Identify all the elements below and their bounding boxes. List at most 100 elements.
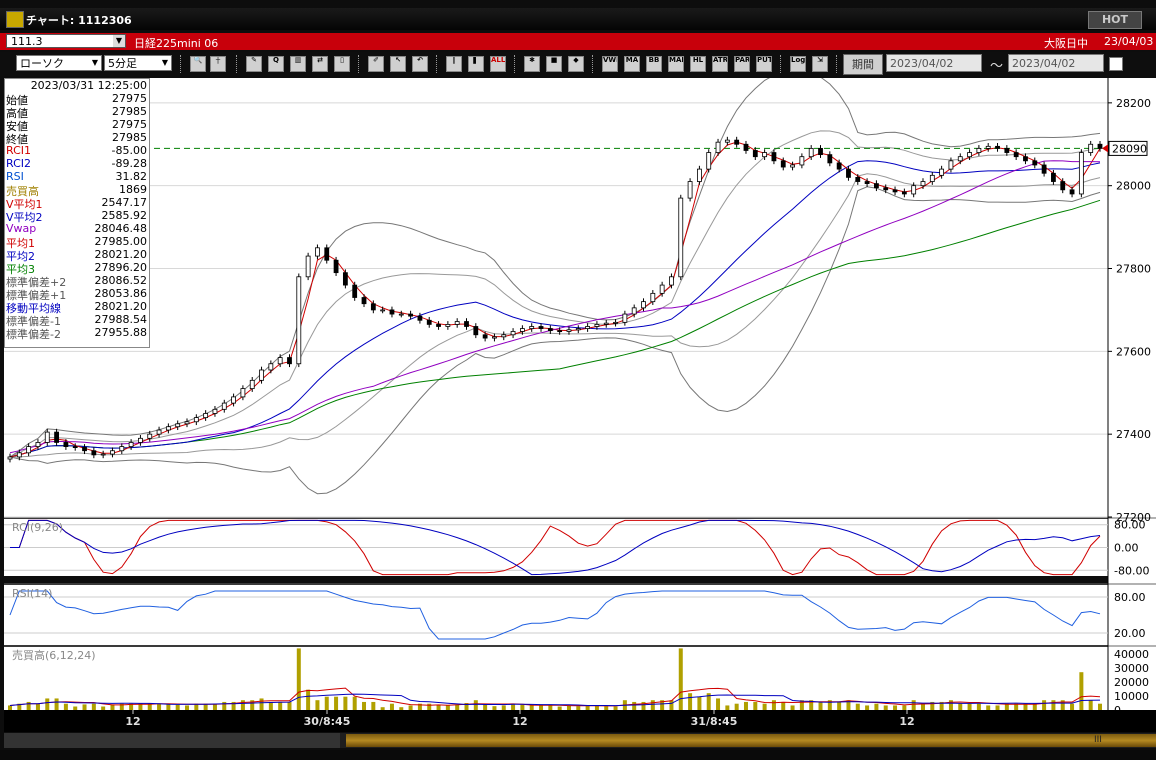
status-bar <box>0 750 1156 760</box>
market-label: 大阪日中 <box>1044 37 1088 50</box>
export-icon[interactable]: ⇲ <box>812 56 828 72</box>
volume-bar <box>166 704 171 710</box>
volume-bar <box>371 701 376 710</box>
volume-bar <box>967 703 972 710</box>
settings-icon[interactable]: ✱ <box>524 56 540 72</box>
grip-icon: III <box>1094 735 1102 745</box>
candle-body <box>669 276 674 286</box>
candle-wide-icon[interactable]: ▌ <box>468 56 484 72</box>
candle-body <box>706 152 712 170</box>
info-row: 売買高 1869 <box>5 183 149 198</box>
info-label: RCI1 <box>6 144 32 157</box>
volume-tick-label: 40000 <box>1114 648 1149 661</box>
candle-body <box>147 433 153 439</box>
info-row: 標準偏差-1 27988.54 <box>5 313 149 328</box>
volume-bar <box>976 703 981 710</box>
candle-body <box>976 148 982 153</box>
chevron-down-icon[interactable]: ▼ <box>113 35 125 47</box>
bar-chart-icon[interactable]: ▥ <box>290 56 306 72</box>
date-from-input[interactable]: 2023/04/02 <box>886 54 982 72</box>
volume-bar <box>753 701 758 710</box>
chevron-down-icon[interactable]: ▼ <box>160 57 170 69</box>
y-tick-label: 27800 <box>1116 263 1151 276</box>
symbol-input[interactable]: 111.3 ▼ <box>6 34 126 48</box>
search-chart-icon[interactable]: Q <box>268 56 284 72</box>
indicator-ma-button[interactable]: MA <box>624 56 640 72</box>
indicator-par-button[interactable]: PAR <box>734 56 750 72</box>
candle-body <box>249 379 255 390</box>
info-row: Vwap 28046.48 <box>5 222 149 235</box>
candle-body <box>63 442 69 447</box>
candle-narrow-icon[interactable]: ┃ <box>446 56 462 72</box>
info-row: 標準偏差+2 28086.52 <box>5 274 149 289</box>
indicator-vwp-button[interactable]: VWP <box>602 56 618 72</box>
info-row: 移動平均線 28021.20 <box>5 300 149 315</box>
ma-label: MA <box>625 56 639 64</box>
volume-bar <box>101 706 106 710</box>
chart-window: チャート: 1112306 HOT 111.3 ▼ 日経225mini 06 大阪… <box>0 0 1156 760</box>
info-row: RCI1 -85.00 <box>5 144 149 157</box>
volume-bar <box>389 703 394 710</box>
volume-bar <box>380 707 385 710</box>
crosshair-icon[interactable]: ┼ <box>210 56 226 72</box>
volume-bar <box>874 703 879 710</box>
candle-body <box>26 446 32 454</box>
volume-bar <box>837 701 842 710</box>
date-to-value: 2023/04/02 <box>1012 57 1076 70</box>
candle-body <box>380 309 386 312</box>
candle-body <box>752 150 758 158</box>
indicator-mae-button[interactable]: MAE <box>668 56 684 72</box>
log-label: Log <box>791 56 806 64</box>
chevron-down-icon[interactable]: ▼ <box>90 57 100 69</box>
date-to-input[interactable]: 2023/04/02 <box>1008 54 1104 72</box>
candle-body <box>361 297 367 305</box>
candle-body <box>370 303 376 311</box>
indicator-hl-button[interactable]: HL <box>690 56 706 72</box>
time-axis-bg <box>4 710 1156 732</box>
scroll-thumb[interactable]: III <box>346 734 1156 747</box>
volume-bar <box>799 700 804 710</box>
indicator-atr-button[interactable]: ATR <box>712 56 728 72</box>
candle-body <box>473 326 479 336</box>
info-row: 平均3 27896.20 <box>5 261 149 276</box>
candle-body <box>212 408 218 414</box>
candle-body <box>641 301 646 309</box>
hot-button[interactable]: HOT <box>1088 11 1142 29</box>
indicator-bb-button[interactable]: BB <box>646 56 662 72</box>
chart-canvas[interactable]: 2820028000278002760027400272002809080.00… <box>4 78 1156 732</box>
candle-body <box>631 307 637 315</box>
candle-body <box>650 292 656 303</box>
cursor-icon[interactable]: ↖ <box>390 56 406 72</box>
volume-bar <box>613 706 618 710</box>
palette-icon[interactable]: ◆ <box>568 56 584 72</box>
candle-body <box>464 321 469 327</box>
scroll-track[interactable] <box>4 733 340 748</box>
pen-icon[interactable]: ✐ <box>368 56 384 72</box>
all-range-button[interactable]: ALL <box>490 56 506 72</box>
candle-body <box>613 321 618 324</box>
volume-bar <box>865 705 870 710</box>
log-scale-button[interactable]: Log <box>790 56 806 72</box>
chart-type-select[interactable]: ローソク ▼ <box>16 55 102 71</box>
volume-bar <box>35 703 40 710</box>
zoom-icon[interactable]: 🔍 <box>190 56 206 72</box>
period-button[interactable]: 期間 <box>843 54 883 75</box>
horizontal-scrollbar[interactable]: III <box>4 733 1156 748</box>
candle-body <box>1060 181 1066 191</box>
candle-body <box>939 168 945 176</box>
volume-bar <box>408 705 413 710</box>
volume-bar <box>222 701 227 710</box>
x-tick-label: 12 <box>512 715 527 728</box>
lock-icon[interactable]: ▯ <box>334 56 350 72</box>
color-icon[interactable]: ■ <box>546 56 562 72</box>
volume-bar <box>259 698 264 710</box>
interval-select[interactable]: 5分足 ▼ <box>104 55 172 71</box>
date-checkbox[interactable] <box>1109 57 1123 71</box>
compare-icon[interactable]: ⇄ <box>312 56 328 72</box>
undo-icon[interactable]: ↶ <box>412 56 428 72</box>
draw-icon[interactable]: ✎ <box>246 56 262 72</box>
put-label: PUT <box>757 56 772 64</box>
volume-bar <box>91 703 96 710</box>
volume-bar <box>995 705 1000 710</box>
indicator-put-button[interactable]: PUT <box>756 56 772 72</box>
